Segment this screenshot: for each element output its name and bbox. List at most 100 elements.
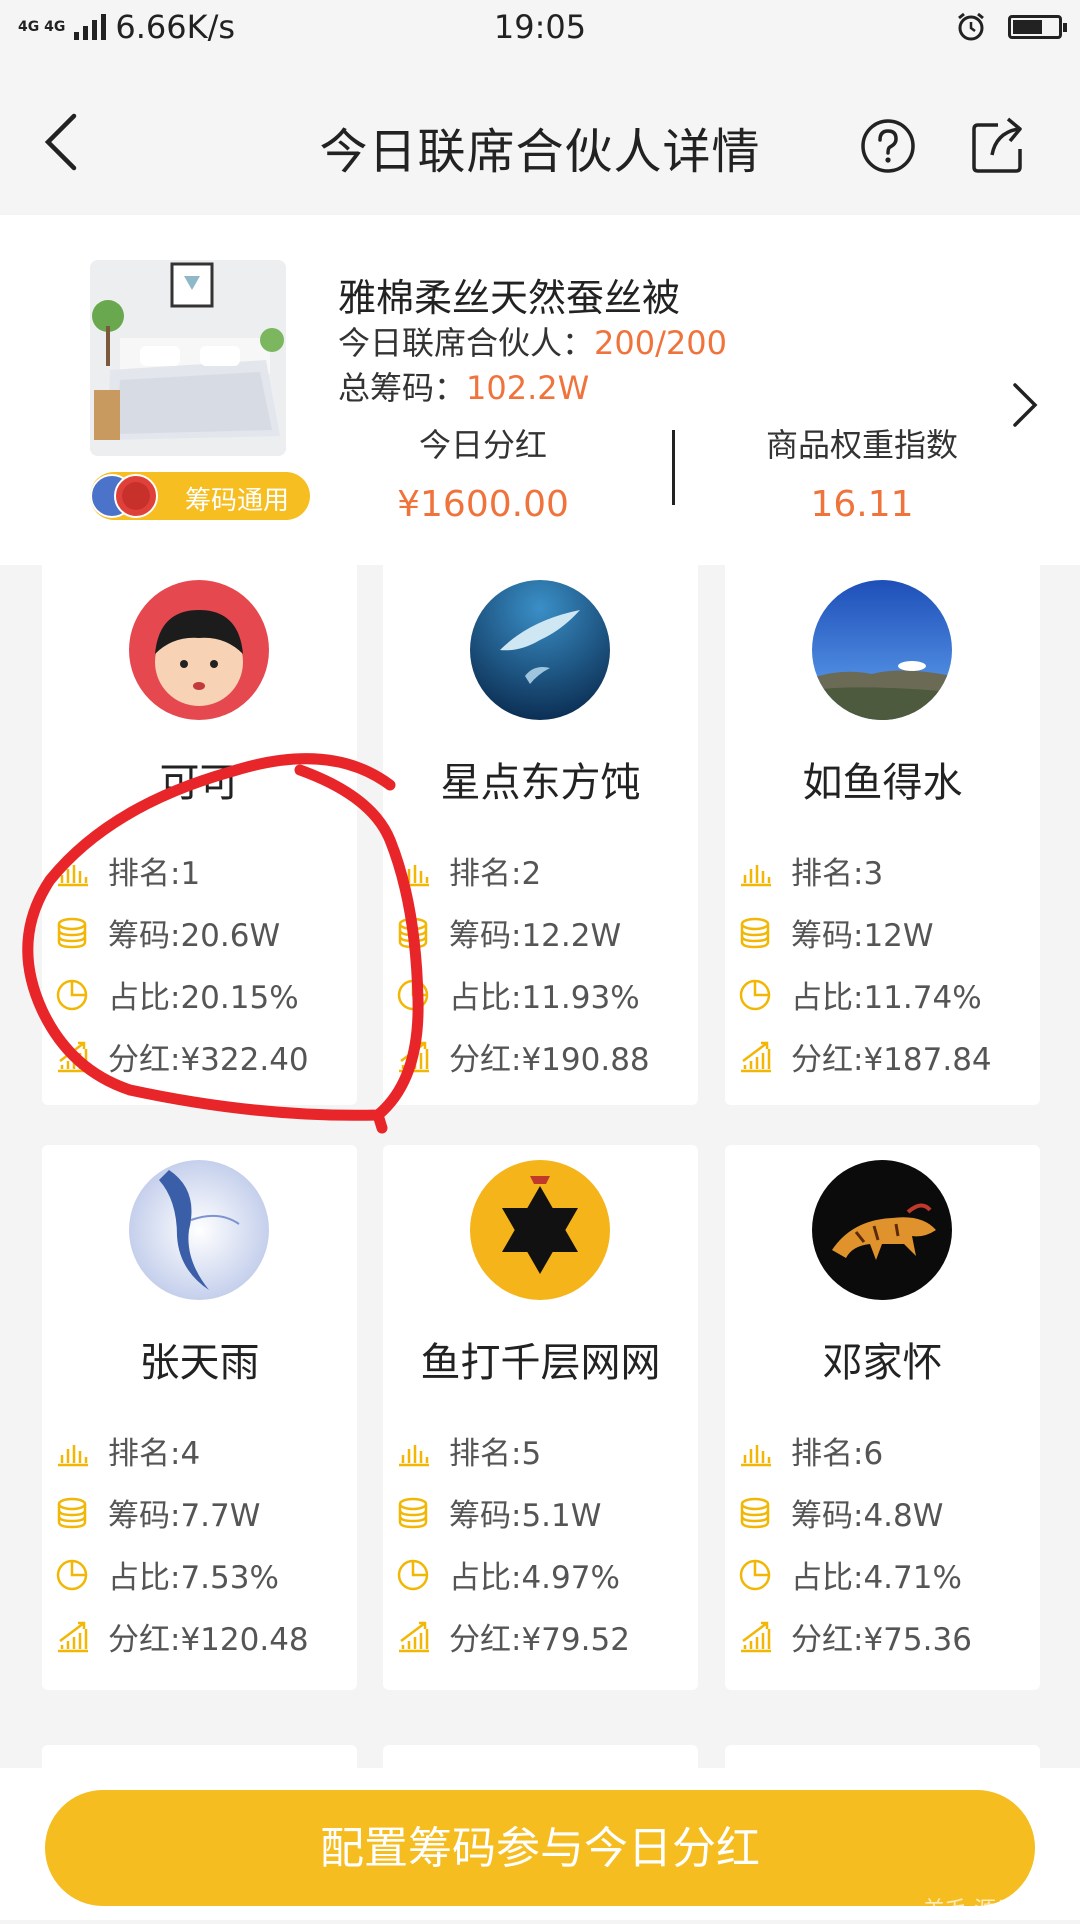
- dividend-value: 分红:¥120.48: [108, 1622, 309, 1658]
- rank-value: 排名:1: [108, 856, 201, 892]
- share-icon[interactable]: [970, 115, 1026, 175]
- chip-universal-badge: 筹码通用: [90, 472, 310, 520]
- rank-value: 排名:4: [108, 1436, 201, 1472]
- dividend-value: 分红:¥75.36: [791, 1622, 972, 1658]
- chips-value: 筹码:4.8W: [791, 1498, 944, 1534]
- dividend-row: 分红:¥120.48: [54, 1614, 309, 1659]
- rank-value: 排名:5: [449, 1436, 542, 1472]
- partner-card[interactable]: 邓家怀 排名:6 筹码:4.8W 占比:4.71% 分红:¥75.36: [725, 1145, 1040, 1690]
- partner-card[interactable]: 鱼打千层网网 排名:5 筹码:5.1W 占比:4.97% 分红:¥79.52: [383, 1145, 698, 1690]
- coin-stack-icon: [740, 1497, 770, 1528]
- partner-name: 星点东方饨: [440, 760, 641, 806]
- battery-icon: [1008, 15, 1067, 39]
- bar-chart-icon: [399, 864, 429, 886]
- dividend-value: 分红:¥190.88: [449, 1042, 650, 1078]
- pie-chart-icon: [397, 1559, 429, 1590]
- chips-value: 筹码:12.2W: [449, 918, 622, 954]
- ratio-value: 占比:20.15%: [108, 980, 299, 1016]
- weight-index-label: 商品权重指数: [765, 426, 958, 464]
- growth-chart-icon: [741, 1041, 771, 1072]
- bar-chart-icon: [741, 1444, 771, 1466]
- today-dividend-value: ¥1600.00: [397, 484, 569, 525]
- product-summary-card[interactable]: 筹码通用 雅棉柔丝天然蚕丝被 今日联席合伙人：200/200 总筹码：102.2…: [0, 215, 1080, 565]
- configure-chips-button[interactable]: 配置筹码参与今日分红: [45, 1790, 1035, 1906]
- rank-row: 排名:5: [395, 1428, 541, 1473]
- dividend-row: 分红:¥187.84: [737, 1034, 992, 1079]
- partner-card[interactable]: 张天雨 排名:4 筹码:7.7W 占比:7.53% 分红:¥120.48: [42, 1145, 357, 1690]
- bar-chart-icon: [58, 864, 88, 886]
- weight-index-value: 16.11: [810, 484, 914, 525]
- growth-chart-icon: [58, 1041, 88, 1072]
- total-chips-value: 102.2W: [466, 369, 590, 407]
- partner-card[interactable]: 可可 排名:1 筹码:20.6W 占比:20.15% 分红:¥322.40: [42, 565, 357, 1105]
- rank-value: 排名:2: [449, 856, 542, 892]
- product-image: [90, 260, 286, 456]
- bar-chart-icon: [58, 1444, 88, 1466]
- chips-row: 筹码:12.2W: [395, 910, 621, 955]
- partner-card[interactable]: 如鱼得水 排名:3 筹码:12W 占比:11.74% 分红:¥187.84: [725, 565, 1040, 1105]
- partner-name: 鱼打千层网网: [420, 1340, 661, 1386]
- chips-row: 筹码:7.7W: [54, 1490, 260, 1535]
- ratio-row: 占比:4.71%: [737, 1552, 962, 1597]
- avatar: [129, 580, 269, 720]
- weight-index-stat: 商品权重指数 16.11: [712, 420, 1012, 525]
- product-name: 雅棉柔丝天然蚕丝被: [338, 276, 681, 320]
- page-title: 今日联席合伙人详情: [319, 124, 761, 180]
- dividend-row: 分红:¥75.36: [737, 1614, 972, 1659]
- partner-name: 张天雨: [139, 1340, 260, 1386]
- chips-row: 筹码:4.8W: [737, 1490, 943, 1535]
- watermark: 羊毛 源日网: [923, 1898, 1040, 1923]
- ratio-row: 占比:11.93%: [395, 972, 640, 1017]
- ratio-value: 占比:11.74%: [791, 980, 982, 1016]
- today-dividend-stat: 今日分红 ¥1600.00: [333, 420, 633, 525]
- help-icon[interactable]: [860, 118, 916, 174]
- ratio-value: 占比:11.93%: [449, 980, 640, 1016]
- rank-row: 排名:3: [737, 848, 883, 893]
- chips-value: 筹码:12W: [791, 918, 934, 954]
- partner-name: 可可: [159, 760, 240, 806]
- rank-value: 排名:6: [791, 1436, 884, 1472]
- chips-value: 筹码:5.1W: [449, 1498, 602, 1534]
- ratio-value: 占比:4.97%: [449, 1560, 620, 1596]
- partner-name: 邓家怀: [822, 1340, 943, 1386]
- partners-value: 200/200: [594, 324, 727, 362]
- partner-card[interactable]: 星点东方饨 排名:2 筹码:12.2W 占比:11.93% 分红:¥190.88: [383, 565, 698, 1105]
- coin-stack-icon: [740, 917, 770, 948]
- dividend-row: 分红:¥322.40: [54, 1034, 309, 1079]
- bar-chart-icon: [399, 1444, 429, 1466]
- growth-chart-icon: [399, 1041, 429, 1072]
- ratio-value: 占比:7.53%: [108, 1560, 279, 1596]
- avatar: [470, 580, 610, 720]
- bar-chart-icon: [741, 864, 771, 886]
- status-bar: 4G 4G 6.66K/s 19:05: [0, 0, 1080, 60]
- navigation-bar: 今日联席合伙人详情: [0, 60, 1080, 212]
- dividend-value: 分红:¥79.52: [449, 1622, 630, 1658]
- partners-label: 今日联席合伙人：: [338, 324, 595, 362]
- ratio-row: 占比:7.53%: [54, 1552, 279, 1597]
- growth-chart-icon: [58, 1621, 88, 1652]
- ratio-row: 占比:4.97%: [395, 1552, 620, 1597]
- coin-stack-icon: [398, 1497, 428, 1528]
- stat-divider: [672, 430, 675, 505]
- growth-chart-icon: [399, 1621, 429, 1652]
- clock: 19:05: [493, 8, 587, 46]
- rank-row: 排名:2: [395, 848, 541, 893]
- avatar: [470, 1160, 610, 1300]
- chips-value: 筹码:20.6W: [108, 918, 281, 954]
- coin-stack-icon: [57, 1497, 87, 1528]
- partner-name: 如鱼得水: [802, 760, 963, 806]
- growth-chart-icon: [741, 1621, 771, 1652]
- pie-chart-icon: [397, 979, 429, 1010]
- rank-row: 排名:6: [737, 1428, 883, 1473]
- today-dividend-label: 今日分红: [418, 426, 547, 464]
- alarm-icon: [958, 12, 984, 41]
- dividend-row: 分红:¥79.52: [395, 1614, 630, 1659]
- coin-stack-icon: [57, 917, 87, 948]
- coin-stack-icon: [398, 917, 428, 948]
- pie-chart-icon: [739, 1559, 771, 1590]
- avatar: [129, 1160, 269, 1300]
- badge-label: 筹码通用: [185, 486, 290, 516]
- dividend-value: 分红:¥322.40: [108, 1042, 309, 1078]
- dividend-row: 分红:¥190.88: [395, 1034, 650, 1079]
- chips-row: 筹码:12W: [737, 910, 934, 955]
